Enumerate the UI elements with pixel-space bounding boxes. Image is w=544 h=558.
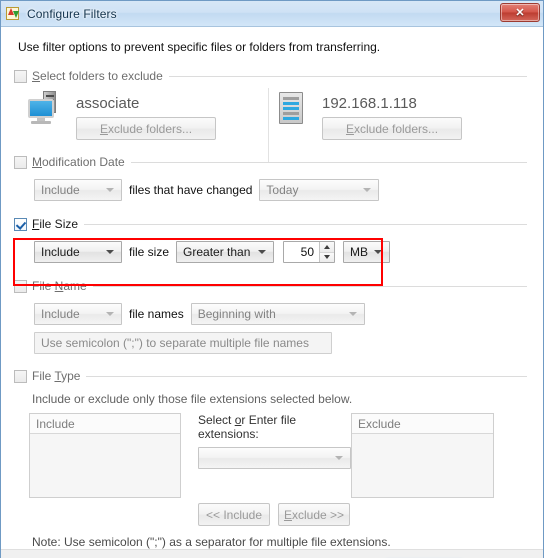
chevron-down-icon xyxy=(106,312,114,316)
target-name: 192.168.1.118 xyxy=(322,95,417,112)
file-size-middle-label: file size xyxy=(129,245,170,259)
checkbox-file-name[interactable] xyxy=(14,279,27,293)
exclude-extensions-list[interactable]: Exclude xyxy=(351,413,494,498)
section-header-select-folders: Select folders to exclude xyxy=(1,68,543,84)
file-transfer-icon xyxy=(6,6,22,22)
file-type-description: Include or exclude only those file exten… xyxy=(32,392,353,406)
extension-picker: Select or Enter file extensions: << Incl… xyxy=(181,413,351,526)
label-file-type: File Type xyxy=(32,369,81,383)
stepper-down-icon[interactable] xyxy=(320,252,335,262)
chevron-down-icon xyxy=(335,456,343,460)
configure-filters-dialog: Configure Filters ✕ Use filter options t… xyxy=(0,0,544,558)
source-name: associate xyxy=(76,95,140,112)
section-modification-date: Modification Date Include files that hav… xyxy=(1,154,543,201)
modification-date-controls: Include files that have changed Today xyxy=(1,179,543,201)
exclude-list-body[interactable] xyxy=(352,434,493,497)
source-exclude-folders-button[interactable]: Exclude folders... xyxy=(76,117,216,140)
section-header-file-type: File Type xyxy=(1,368,543,384)
file-size-mode-select[interactable]: Include xyxy=(34,241,122,263)
divider-modification-date xyxy=(130,161,527,163)
checkbox-file-type[interactable] xyxy=(14,369,27,383)
checkbox-modification-date[interactable] xyxy=(14,155,27,169)
divider-file-name xyxy=(92,285,527,287)
section-select-folders: Select folders to exclude associate Excl… xyxy=(1,68,543,162)
modification-date-period-select[interactable]: Today xyxy=(259,179,380,201)
file-size-unit-select[interactable]: MB xyxy=(343,241,391,263)
chevron-down-icon xyxy=(106,250,114,254)
dialog-body: Use filter options to prevent specific f… xyxy=(1,27,543,549)
file-type-panes: Include Select or Enter file extensions:… xyxy=(1,413,543,526)
include-list-body[interactable] xyxy=(30,434,180,497)
section-header-modification-date: Modification Date xyxy=(1,154,543,170)
file-size-value-stepper[interactable]: 50 xyxy=(283,241,336,263)
folders-panes: associate Exclude folders... 192.168.1.1… xyxy=(1,84,543,162)
file-size-comparison-select[interactable]: Greater than xyxy=(176,241,275,263)
extension-combobox[interactable] xyxy=(198,447,351,469)
chevron-down-icon xyxy=(258,250,267,254)
divider-file-size xyxy=(84,223,527,225)
section-header-file-name: File Name xyxy=(1,278,543,294)
server-icon xyxy=(272,90,312,128)
divider-select-folders xyxy=(168,75,527,77)
include-extensions-list[interactable]: Include xyxy=(29,413,181,498)
file-name-middle-label: file names xyxy=(129,307,184,321)
title-bar: Configure Filters ✕ xyxy=(1,1,543,27)
checkbox-select-folders[interactable] xyxy=(14,69,27,83)
select-extensions-label: Select or Enter file extensions: xyxy=(198,413,297,441)
file-name-controls: Include file names Beginning with xyxy=(1,303,543,325)
file-size-value[interactable]: 50 xyxy=(284,242,320,262)
section-file-type: File Type Include or exclude only those … xyxy=(1,368,543,549)
divider-file-type xyxy=(86,375,527,377)
file-size-controls: Include file size Greater than 50 MB xyxy=(1,241,543,263)
include-extension-button[interactable]: << Include xyxy=(198,503,270,526)
window-title: Configure Filters xyxy=(27,6,117,21)
label-modification-date: Modification Date xyxy=(32,155,125,169)
panes-divider xyxy=(268,88,269,162)
file-name-input[interactable]: Use semicolon (";") to separate multiple… xyxy=(34,332,332,354)
section-file-size: File Size Include file size Greater than… xyxy=(1,216,543,263)
section-file-name: File Name Include file names Beginning w… xyxy=(1,278,543,354)
checkbox-file-size[interactable] xyxy=(14,217,27,231)
include-list-header: Include xyxy=(30,414,180,434)
file-name-mode-select[interactable]: Include xyxy=(34,303,122,325)
file-type-note: Note: Use semicolon (";") as a separator… xyxy=(32,535,391,549)
intro-text: Use filter options to prevent specific f… xyxy=(18,40,381,54)
close-icon[interactable]: ✕ xyxy=(500,3,540,22)
modification-date-middle-label: files that have changed xyxy=(129,183,253,197)
chevron-down-icon xyxy=(106,188,114,192)
modification-date-mode-select[interactable]: Include xyxy=(34,179,122,201)
file-name-input-row: Use semicolon (";") to separate multiple… xyxy=(1,332,543,354)
section-header-file-size: File Size xyxy=(1,216,543,232)
label-file-name: File Name xyxy=(32,279,87,293)
target-exclude-folders-button[interactable]: Exclude folders... xyxy=(322,117,462,140)
target-pane: 192.168.1.118 Exclude folders... xyxy=(243,90,462,140)
label-file-size: File Size xyxy=(32,217,79,231)
label-select-folders: Select folders to exclude xyxy=(32,69,163,83)
chevron-down-icon xyxy=(363,188,372,192)
file-name-match-select[interactable]: Beginning with xyxy=(190,303,365,325)
exclude-list-header: Exclude xyxy=(352,414,493,434)
source-pane: associate Exclude folders... xyxy=(1,90,243,140)
stepper-up-icon[interactable] xyxy=(320,242,335,253)
exclude-extension-button[interactable]: Exclude >> xyxy=(278,503,350,526)
computer-icon xyxy=(26,90,66,128)
chevron-down-icon xyxy=(348,312,357,316)
dialog-footer: Help OK Cancel xyxy=(1,549,543,558)
chevron-down-icon xyxy=(374,250,383,254)
